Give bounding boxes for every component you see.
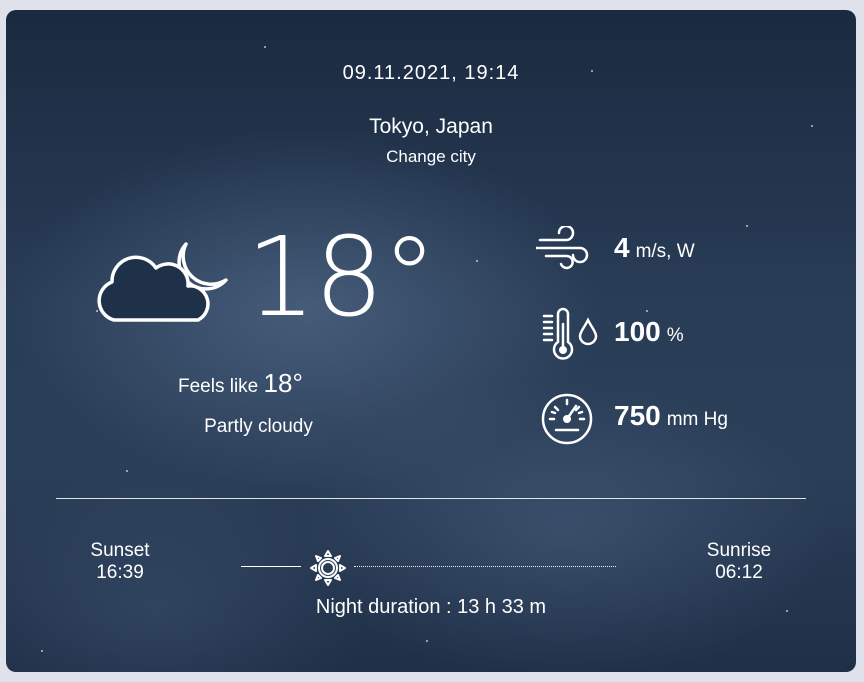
- humidity-thermometer-icon: [542, 307, 598, 360]
- sunrise-block: Sunrise 06:12: [679, 540, 799, 584]
- sunset-label: Sunset: [90, 540, 150, 561]
- sunrise-label: Sunrise: [706, 540, 772, 561]
- star: [646, 310, 648, 312]
- sun-icon: [310, 550, 346, 586]
- star: [126, 470, 128, 472]
- night-duration: Night duration : 13 h 33 m: [315, 596, 547, 618]
- pressure-metric: 750 mm Hg: [614, 400, 728, 432]
- humidity-value: 100: [614, 316, 661, 347]
- night-progress-line: [354, 566, 616, 567]
- date-time: 09.11.2021, 19:14: [342, 62, 520, 84]
- change-city-link[interactable]: Change city: [6, 147, 856, 167]
- wind-icon: [536, 226, 589, 270]
- feels-like: Feels like 18°: [178, 368, 378, 399]
- star: [476, 260, 478, 262]
- city-name: Tokyo, Japan: [369, 115, 493, 138]
- partly-cloudy-night-icon: [97, 242, 228, 322]
- pressure-value: 750: [614, 400, 661, 431]
- pressure-unit: mm Hg: [666, 409, 728, 430]
- weather-card: 09.11.2021, 19:14 Tokyo, Japan Change ci…: [6, 10, 856, 672]
- star: [264, 46, 266, 48]
- humidity-unit: %: [666, 325, 684, 346]
- day-progress-line: [241, 566, 301, 567]
- feels-like-value: 18°: [263, 368, 303, 398]
- divider: [56, 498, 806, 499]
- star: [41, 650, 43, 652]
- wind-metric: 4 m/s, W: [614, 232, 695, 264]
- wind-unit: m/s, W: [635, 241, 695, 262]
- weather-description: Partly cloudy: [204, 416, 313, 437]
- sunset-time: 16:39: [96, 562, 144, 583]
- wind-value: 4: [614, 232, 630, 263]
- barometer-icon: [541, 393, 593, 445]
- sunset-block: Sunset 16:39: [60, 540, 180, 584]
- humidity-metric: 100%: [614, 316, 684, 348]
- star: [426, 640, 428, 642]
- feels-like-label: Feels like: [178, 376, 259, 397]
- sunrise-time: 06:12: [715, 562, 763, 583]
- current-temperature: 18°: [246, 213, 437, 341]
- star: [746, 225, 748, 227]
